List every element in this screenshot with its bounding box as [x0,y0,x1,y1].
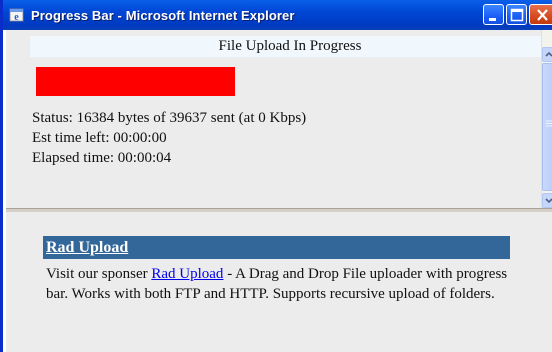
maximize-button[interactable] [506,4,527,25]
elapsed-time: Elapsed time: 00:00:04 [32,150,172,166]
scroll-down-button[interactable] [542,193,552,208]
minimize-button[interactable] [483,4,504,25]
close-button[interactable] [529,4,552,25]
grip-icon [546,120,552,127]
scroll-up-button[interactable] [542,47,552,62]
scroll-thumb[interactable] [542,63,552,191]
upload-heading: File Upload In Progress [30,36,550,57]
sponsor-title-link[interactable]: Rad Upload [46,236,128,259]
svg-text:e: e [14,12,19,23]
sponsor-description: Visit our sponser Rad Upload - A Drag an… [46,264,526,304]
minimize-icon [489,18,496,21]
browser-window: e Progress Bar - Microsoft Internet Expl… [0,0,552,352]
sponsor-text-before: Visit our sponser [46,266,152,282]
progress-bar [36,67,235,96]
status-block: Status: 16384 bytes of 39637 sent (at 0 … [32,108,306,168]
est-time-left: Est time left: 00:00:00 [32,130,167,146]
close-icon [537,9,548,21]
chevron-down-icon [545,198,552,204]
chevron-up-icon [545,51,552,57]
sponsor-link[interactable]: Rad Upload [151,266,223,282]
sponsor-header: Rad Upload [43,236,510,259]
title-bar[interactable]: e Progress Bar - Microsoft Internet Expl… [3,0,552,30]
status-text: Status: 16384 bytes of 39637 sent (at 0 … [32,110,307,126]
ie-icon: e [9,7,25,23]
vertical-scrollbar[interactable] [541,30,552,208]
maximize-icon [510,8,524,22]
window-title: Progress Bar - Microsoft Internet Explor… [31,7,295,23]
